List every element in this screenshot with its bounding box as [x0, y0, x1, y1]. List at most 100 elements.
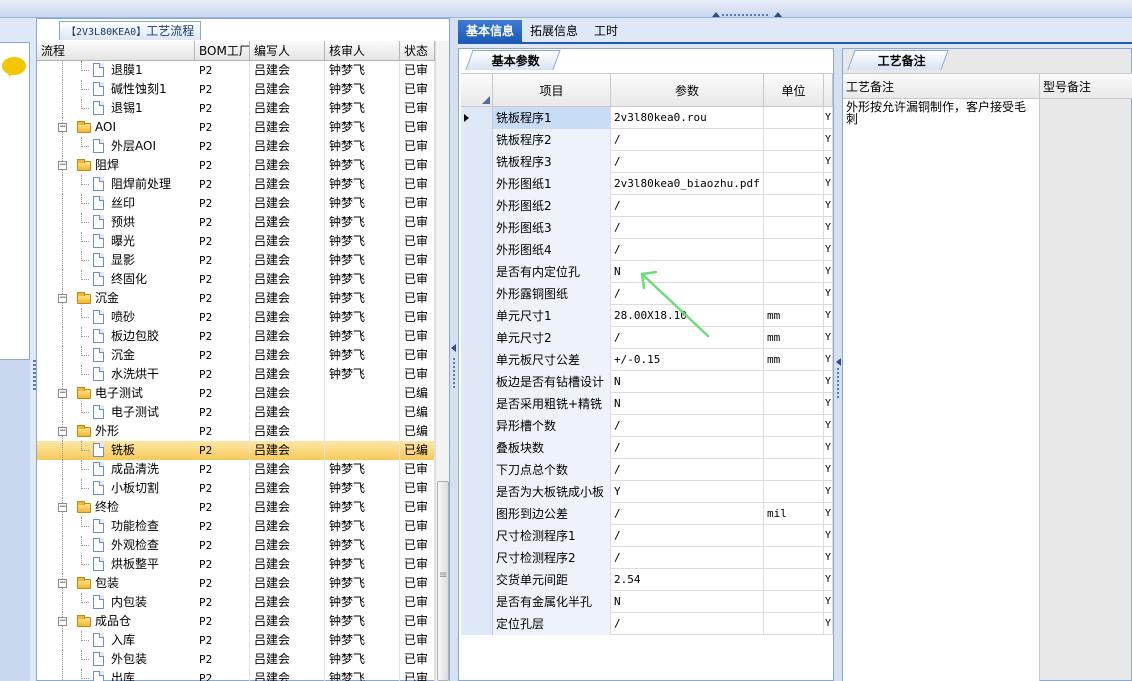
- param-value-cell[interactable]: N: [611, 261, 764, 283]
- row-indicator[interactable]: [461, 327, 493, 349]
- tree-row[interactable]: 沉金 P2 吕建会 钟梦飞 已审: [37, 346, 435, 365]
- collapse-toggle-icon[interactable]: −: [58, 579, 67, 588]
- param-row[interactable]: 异形槽个数 / Y: [461, 415, 833, 437]
- tree-node[interactable]: 电子测试: [37, 403, 195, 422]
- tree-row[interactable]: 功能检查 P2 吕建会 钟梦飞 已审: [37, 517, 435, 536]
- col-header-status[interactable]: 状态: [400, 41, 435, 60]
- tree-row-selected[interactable]: 铣板 P2 吕建会 已编: [37, 441, 435, 460]
- tab-process-notes[interactable]: 工艺备注: [847, 50, 949, 70]
- tree-row[interactable]: − 终检 P2 吕建会 钟梦飞 已审: [37, 498, 435, 517]
- row-indicator[interactable]: [461, 503, 493, 525]
- param-flag-cell[interactable]: Y: [824, 305, 833, 327]
- param-row[interactable]: 是否有金属化半孔 N Y: [461, 591, 833, 613]
- tree-node[interactable]: 丝印: [37, 194, 195, 213]
- param-unit-cell[interactable]: [764, 261, 824, 283]
- tree-node[interactable]: 曝光: [37, 232, 195, 251]
- tab-basic-info[interactable]: 基本信息: [458, 20, 523, 42]
- row-indicator[interactable]: [461, 173, 493, 195]
- tree-node[interactable]: 外层AOI: [37, 137, 195, 156]
- row-indicator[interactable]: [461, 217, 493, 239]
- tree-row[interactable]: 阻焊前处理 P2 吕建会 钟梦飞 已审: [37, 175, 435, 194]
- param-unit-cell[interactable]: [764, 151, 824, 173]
- tree-node[interactable]: 显影: [37, 251, 195, 270]
- tree-node[interactable]: 入库: [37, 631, 195, 650]
- param-flag-cell[interactable]: Y: [824, 393, 833, 415]
- tree-node[interactable]: − 终检: [37, 498, 195, 517]
- collapse-left-icon-2[interactable]: [836, 358, 841, 366]
- col-header-process[interactable]: 流程: [37, 41, 195, 60]
- param-row[interactable]: 铣板程序1 2v3l80kea0.rou Y: [461, 107, 833, 129]
- param-row[interactable]: 交货单元间距 2.54 Y: [461, 569, 833, 591]
- col-header-process-note[interactable]: 工艺备注: [843, 74, 1040, 98]
- param-row[interactable]: 下刀点总个数 / Y: [461, 459, 833, 481]
- param-unit-cell[interactable]: [764, 107, 824, 129]
- row-indicator[interactable]: [461, 107, 493, 129]
- param-value-cell[interactable]: /: [611, 613, 764, 635]
- param-unit-cell[interactable]: [764, 437, 824, 459]
- param-flag-cell[interactable]: Y: [824, 261, 833, 283]
- param-row[interactable]: 外形图纸4/ Y: [461, 239, 833, 261]
- param-row[interactable]: 外形图纸3/ Y: [461, 217, 833, 239]
- tree-row[interactable]: − 阻焊 P2 吕建会 钟梦飞 已审: [37, 156, 435, 175]
- param-unit-cell[interactable]: [764, 591, 824, 613]
- col-header-unit[interactable]: 单位: [764, 74, 824, 106]
- param-flag-cell[interactable]: Y: [824, 129, 833, 151]
- param-flag-cell[interactable]: Y: [824, 239, 833, 261]
- param-unit-cell[interactable]: [764, 613, 824, 635]
- row-indicator[interactable]: [461, 261, 493, 283]
- param-row[interactable]: 铣板程序3/ Y: [461, 151, 833, 173]
- param-flag-cell[interactable]: Y: [824, 349, 833, 371]
- row-indicator[interactable]: [461, 459, 493, 481]
- notes-splitter[interactable]: [834, 48, 842, 681]
- row-indicator[interactable]: [461, 415, 493, 437]
- param-unit-cell[interactable]: [764, 481, 824, 503]
- param-row[interactable]: 铣板程序2/ Y: [461, 129, 833, 151]
- tree-node[interactable]: 终固化: [37, 270, 195, 289]
- param-flag-cell[interactable]: Y: [824, 591, 833, 613]
- param-unit-cell[interactable]: mm: [764, 349, 824, 371]
- row-indicator[interactable]: [461, 481, 493, 503]
- param-unit-cell[interactable]: [764, 239, 824, 261]
- tree-node[interactable]: 内包装: [37, 593, 195, 612]
- param-flag-cell[interactable]: Y: [824, 283, 833, 305]
- tree-node[interactable]: 板边包胶: [37, 327, 195, 346]
- tree-row[interactable]: 外观检查 P2 吕建会 钟梦飞 已审: [37, 536, 435, 555]
- param-value-cell[interactable]: /: [611, 327, 764, 349]
- row-indicator[interactable]: [461, 151, 493, 173]
- row-indicator[interactable]: [461, 239, 493, 261]
- row-indicator[interactable]: [461, 305, 493, 327]
- tree-node[interactable]: 退膜1: [37, 61, 195, 80]
- tab-basic-params[interactable]: 基本参数: [465, 50, 561, 70]
- col-header-bom[interactable]: BOM工厂: [195, 41, 250, 60]
- param-value-cell[interactable]: N: [611, 371, 764, 393]
- tree-row[interactable]: 板边包胶 P2 吕建会 钟梦飞 已审: [37, 327, 435, 346]
- process-tree-tab[interactable]: 【2V3L80KEA0】工艺流程: [59, 21, 202, 40]
- param-flag-cell[interactable]: Y: [824, 503, 833, 525]
- collapse-toggle-icon[interactable]: −: [58, 161, 67, 170]
- tree-node[interactable]: 铣板: [37, 441, 195, 460]
- param-unit-cell[interactable]: [764, 415, 824, 437]
- row-indicator[interactable]: [461, 129, 493, 151]
- tree-node[interactable]: 碱性蚀刻1: [37, 80, 195, 99]
- param-row[interactable]: 是否采用粗铣+精铣 N Y: [461, 393, 833, 415]
- select-all-corner[interactable]: [461, 74, 493, 106]
- param-value-cell[interactable]: /: [611, 129, 764, 151]
- param-flag-cell[interactable]: Y: [824, 547, 833, 569]
- tree-row[interactable]: 成品清洗 P2 吕建会 钟梦飞 已审: [37, 460, 435, 479]
- param-unit-cell[interactable]: [764, 371, 824, 393]
- param-row[interactable]: 叠板块数 / Y: [461, 437, 833, 459]
- param-row[interactable]: 是否有内定位孔 N Y: [461, 261, 833, 283]
- param-flag-cell[interactable]: Y: [824, 173, 833, 195]
- row-indicator[interactable]: [461, 195, 493, 217]
- param-value-cell[interactable]: 2.54: [611, 569, 764, 591]
- param-value-cell[interactable]: /: [611, 503, 764, 525]
- param-unit-cell[interactable]: [764, 393, 824, 415]
- process-note-cell[interactable]: 外形按允许漏铜制作，客户接受毛刺: [843, 99, 1040, 681]
- row-indicator[interactable]: [461, 525, 493, 547]
- param-flag-cell[interactable]: Y: [824, 525, 833, 547]
- tree-node[interactable]: 预烘: [37, 213, 195, 232]
- param-flag-cell[interactable]: Y: [824, 569, 833, 591]
- tab-extended-info[interactable]: 拓展信息: [522, 20, 586, 42]
- row-indicator[interactable]: [461, 349, 493, 371]
- param-unit-cell[interactable]: [764, 459, 824, 481]
